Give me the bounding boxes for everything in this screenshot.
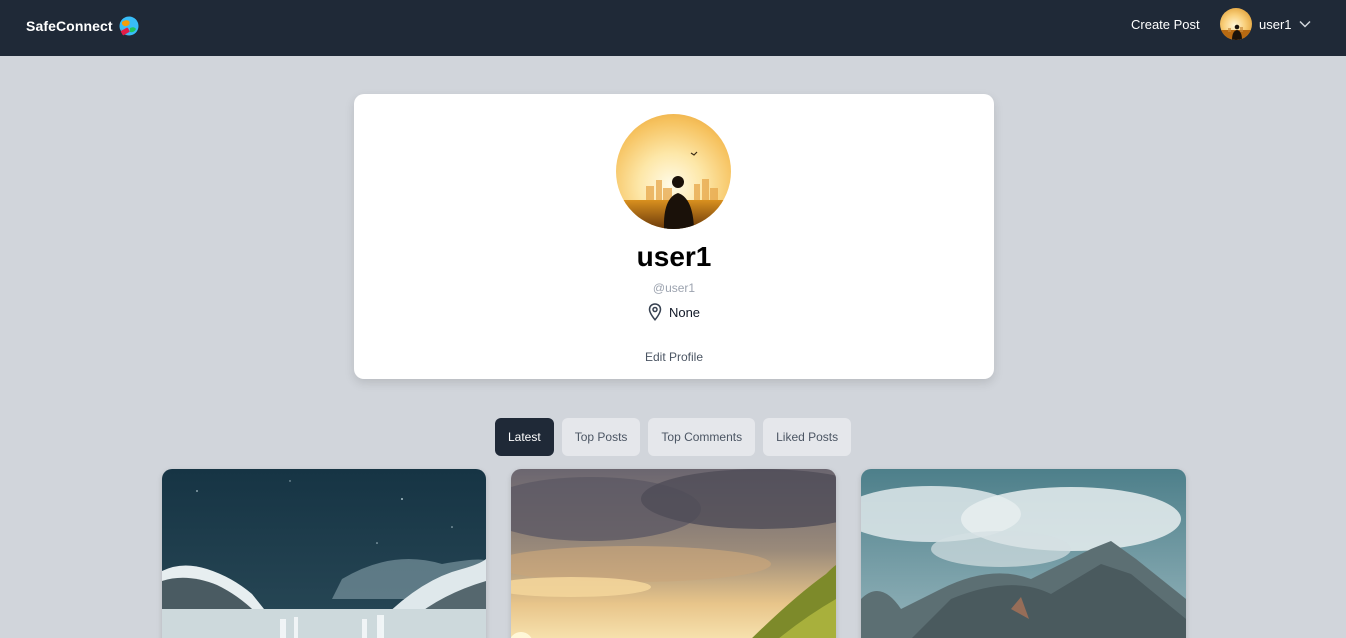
profile-card: user1 @user1 None Edit Profile (354, 94, 994, 379)
tab-liked-posts[interactable]: Liked Posts (763, 418, 852, 456)
map-pin-icon (648, 303, 662, 321)
edit-profile-link[interactable]: Edit Profile (354, 350, 994, 364)
location-text: None (668, 304, 701, 320)
create-post-link[interactable]: Create Post (1131, 17, 1200, 32)
brand-link[interactable]: SafeConnect (26, 15, 140, 37)
tab-latest[interactable]: Latest (495, 418, 554, 456)
profile-handle: @user1 (652, 281, 696, 295)
user-menu-button[interactable]: user1 (1220, 8, 1311, 40)
tab-top-comments[interactable]: Top Comments (648, 418, 756, 456)
profile-name: user1 (636, 241, 712, 272)
brand-name: SafeConnect (26, 18, 113, 34)
cloudy-mountain-peak (861, 469, 1186, 638)
post-card[interactable] (861, 469, 1186, 638)
sunset-clouds-hills (511, 469, 836, 638)
snowy-waterfall-night (162, 469, 486, 638)
tab-top-posts[interactable]: Top Posts (561, 418, 641, 456)
chevron-down-icon (1299, 20, 1311, 28)
post-tabs: Latest Top Posts Top Comments Liked Post… (495, 418, 859, 456)
profile-avatar (616, 114, 731, 229)
user-avatar (1220, 8, 1252, 40)
profile-location: None (354, 303, 994, 321)
top-navbar: SafeConnect Create Post user1 (0, 0, 1346, 56)
nav-username: user1 (1259, 16, 1292, 32)
post-card[interactable] (511, 469, 836, 638)
globe-logo-icon (119, 16, 139, 36)
post-card[interactable] (162, 469, 486, 638)
